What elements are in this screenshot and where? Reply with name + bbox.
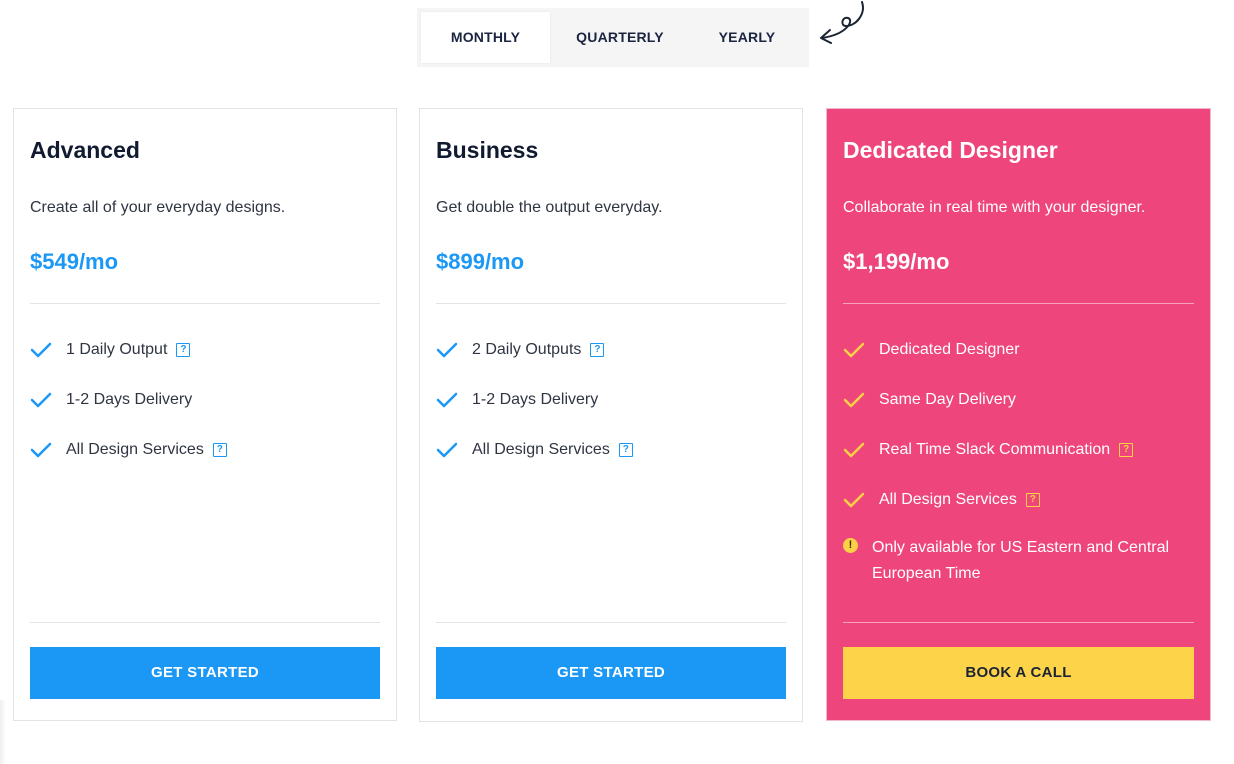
- divider: [843, 303, 1194, 304]
- feature-label: All Design Services: [879, 491, 1017, 508]
- plan-description: Create all of your everyday designs.: [30, 199, 286, 216]
- checkmark-icon: [843, 342, 865, 358]
- get-started-button[interactable]: GET STARTED: [436, 647, 786, 699]
- feature-item: Same Day Delivery: [843, 387, 1200, 413]
- plan-card-advanced: Advanced Create all of your everyday des…: [13, 108, 397, 721]
- page-edge-shadow: [0, 700, 6, 764]
- feature-item: 1 Daily Output ?: [30, 337, 386, 363]
- feature-label: 1 Daily Output: [66, 341, 168, 358]
- divider: [843, 622, 1194, 623]
- feature-item: 1-2 Days Delivery: [30, 387, 386, 413]
- feature-label: 2 Daily Outputs: [472, 341, 582, 358]
- availability-note: ! Only available for US Eastern and Cent…: [843, 535, 1200, 587]
- feature-label: Real Time Slack Communication: [879, 441, 1111, 458]
- book-a-call-button[interactable]: BOOK A CALL: [843, 647, 1194, 699]
- checkmark-icon: [30, 342, 52, 358]
- tab-yearly[interactable]: YEARLY: [691, 12, 803, 63]
- checkmark-icon: [436, 442, 458, 458]
- plan-description: Get double the output everyday.: [436, 199, 663, 216]
- feature-list: 2 Daily Outputs ? 1-2 Days Delivery All …: [436, 337, 792, 487]
- feature-list: Dedicated Designer Same Day Delivery Rea…: [843, 337, 1200, 587]
- feature-label: Same Day Delivery: [879, 391, 1016, 408]
- feature-item: All Design Services ?: [843, 487, 1200, 513]
- help-icon[interactable]: ?: [176, 343, 191, 357]
- help-icon[interactable]: ?: [1119, 443, 1134, 457]
- checkmark-icon: [843, 492, 865, 508]
- checkmark-icon: [30, 392, 52, 408]
- checkmark-icon: [436, 342, 458, 358]
- plan-description: Collaborate in real time with your desig…: [843, 199, 1146, 216]
- checkmark-icon: [30, 442, 52, 458]
- plan-price: $549/mo: [30, 249, 119, 274]
- tab-quarterly[interactable]: QUARTERLY: [557, 12, 683, 63]
- feature-list: 1 Daily Output ? 1-2 Days Delivery All D…: [30, 337, 386, 487]
- checkmark-icon: [843, 392, 865, 408]
- help-icon[interactable]: ?: [1025, 493, 1040, 507]
- divider: [30, 622, 380, 623]
- get-started-button[interactable]: GET STARTED: [30, 647, 380, 699]
- feature-label: Dedicated Designer: [879, 341, 1020, 358]
- divider: [436, 622, 786, 623]
- feature-label: 1-2 Days Delivery: [66, 391, 193, 408]
- billing-period-toggle: MONTHLY QUARTERLY YEARLY: [417, 8, 809, 67]
- plan-price: $1,199/mo: [843, 249, 950, 274]
- feature-item: Dedicated Designer: [843, 337, 1200, 363]
- feature-item: All Design Services ?: [436, 437, 792, 463]
- help-icon[interactable]: ?: [590, 343, 605, 357]
- plan-card-dedicated-designer: Dedicated Designer Collaborate in real t…: [826, 108, 1211, 721]
- tab-monthly[interactable]: MONTHLY: [421, 12, 550, 63]
- curly-arrow-icon: [820, 1, 864, 44]
- availability-note-text: Only available for US Eastern and Centra…: [872, 539, 1170, 582]
- feature-label: 1-2 Days Delivery: [472, 391, 599, 408]
- plan-price: $899/mo: [436, 249, 525, 274]
- feature-item: 1-2 Days Delivery: [436, 387, 792, 413]
- plan-title: Advanced: [30, 137, 140, 163]
- feature-item: All Design Services ?: [30, 437, 386, 463]
- plan-title: Dedicated Designer: [843, 137, 1058, 163]
- checkmark-icon: [436, 392, 458, 408]
- plan-title: Business: [436, 137, 539, 163]
- plan-card-business: Business Get double the output everyday.…: [419, 108, 803, 722]
- help-icon[interactable]: ?: [212, 443, 227, 457]
- feature-label: All Design Services: [66, 441, 204, 458]
- checkmark-icon: [843, 442, 865, 458]
- feature-label: All Design Services: [472, 441, 610, 458]
- help-icon[interactable]: ?: [618, 443, 633, 457]
- feature-item: 2 Daily Outputs ?: [436, 337, 792, 363]
- warning-icon: !: [843, 538, 858, 553]
- divider: [436, 303, 786, 304]
- divider: [30, 303, 380, 304]
- feature-item: Real Time Slack Communication ?: [843, 437, 1200, 463]
